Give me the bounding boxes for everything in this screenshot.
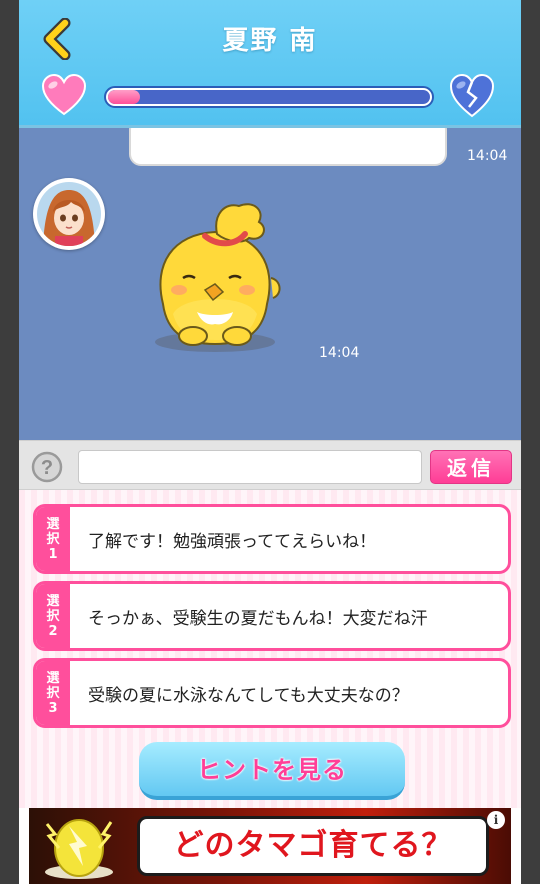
ad-headline: どのタマゴ育てる？: [137, 816, 489, 876]
player-message-bubble: [129, 128, 447, 166]
choice-label: 選択1: [36, 507, 70, 571]
affection-meter-fill: [108, 90, 141, 104]
chat-area[interactable]: 14:04 14:04: [19, 128, 521, 440]
ad-info-icon[interactable]: i: [487, 811, 505, 829]
message-timestamp: 14:04: [467, 148, 508, 164]
device-frame: 夏野 南 14:04 14:04 ? 返信 選 択 1 了解です！勉強頑張ってて…: [0, 0, 540, 884]
broken-heart-icon: [449, 74, 495, 118]
reply-input[interactable]: [78, 450, 422, 484]
chat-header: 夏野 南: [19, 0, 521, 128]
reply-bar: ? 返信: [19, 440, 521, 490]
app-screen: 夏野 南 14:04 14:04 ? 返信 選 択 1 了解です！勉強頑張ってて…: [19, 0, 521, 884]
lightning-egg-icon: [45, 819, 113, 879]
affection-meter: [104, 86, 434, 108]
choice-2[interactable]: 選択2 そっかぁ、受験生の夏だもんね！大変だね汗: [33, 581, 511, 651]
help-question-icon[interactable]: ?: [31, 451, 63, 483]
choice-label: 選択2: [36, 584, 70, 648]
contact-name: 夏野 南: [222, 26, 318, 56]
hint-button[interactable]: ヒントを見る: [139, 742, 405, 800]
girl-avatar-icon: [37, 182, 101, 246]
choice-1[interactable]: 選択1 了解です！勉強頑張っててえらいね！: [33, 504, 511, 574]
svg-text:?: ?: [41, 457, 53, 479]
choice-text: そっかぁ、受験生の夏だもんね！大変だね汗: [88, 608, 428, 629]
ad-banner[interactable]: どのタマゴ育てる？ i: [29, 808, 511, 884]
choice-label: 選択3: [36, 661, 70, 725]
pink-heart-icon: [41, 74, 87, 116]
avatar[interactable]: [33, 178, 105, 250]
message-timestamp: 14:04: [319, 345, 360, 361]
choice-3[interactable]: 選択3 受験の夏に水泳なんてしても大丈夫なの？: [33, 658, 511, 728]
choice-text: 了解です！勉強頑張っててえらいね！: [88, 531, 377, 552]
send-button[interactable]: 返信: [430, 450, 512, 484]
chick-sleeping-sticker: [155, 203, 281, 352]
choice-text: 受験の夏に水泳なんてしても大丈夫なの？: [88, 685, 409, 706]
reply-choices: 選択1 了解です！勉強頑張っててえらいね！ 選択2 そっかぁ、受験生の夏だもんね…: [19, 490, 521, 808]
